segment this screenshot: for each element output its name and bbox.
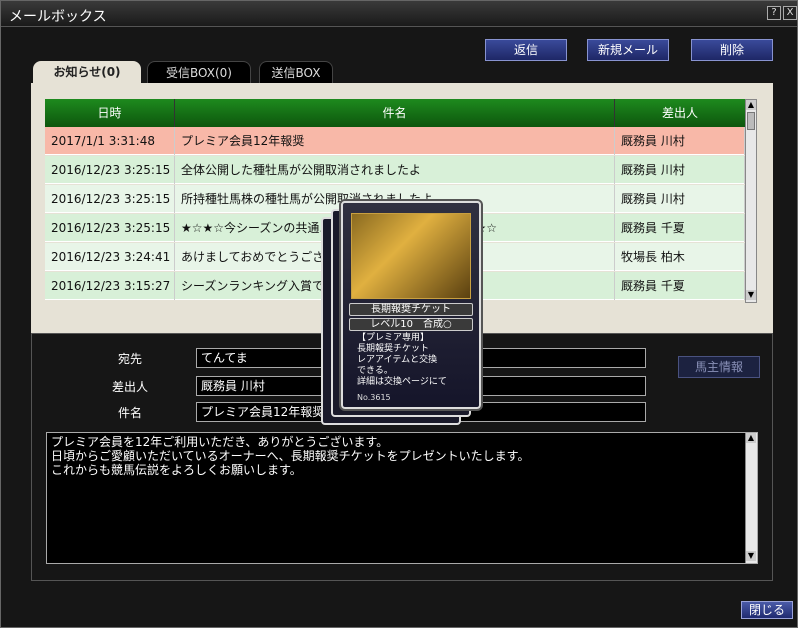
from-label: 差出人 xyxy=(111,380,148,394)
card-name: 長期報奨チケット xyxy=(349,303,473,316)
scroll-down-icon[interactable]: ▼ xyxy=(746,290,756,300)
cell-date: 2016/12/23 3:25:15 xyxy=(45,185,175,213)
scroll-thumb[interactable] xyxy=(747,112,755,130)
cell-date: 2016/12/23 3:25:15 xyxy=(45,156,175,184)
message-scrollbar[interactable]: ▲ ▼ xyxy=(745,433,757,563)
list-scrollbar[interactable]: ▲ ▼ xyxy=(745,99,757,303)
header-subject[interactable]: 件名 xyxy=(175,99,615,127)
cell-sender: 厩務員 千夏 xyxy=(615,214,745,242)
cell-sender: 厩務員 千夏 xyxy=(615,272,745,300)
reply-button[interactable]: 返信 xyxy=(485,39,567,61)
ticket-image xyxy=(351,213,471,299)
owner-info-button[interactable]: 馬主情報 xyxy=(678,356,760,378)
delete-button[interactable]: 削除 xyxy=(691,39,773,61)
msg-scroll-down-icon[interactable]: ▼ xyxy=(746,551,756,561)
scroll-up-icon[interactable]: ▲ xyxy=(746,100,756,110)
tab-notices[interactable]: お知らせ(0) xyxy=(33,61,141,83)
cell-sender: 厩務員 川村 xyxy=(615,156,745,184)
message-text: プレミア会員を12年ご利用いただき、ありがとうございます。 日頃からご愛顧いただ… xyxy=(51,435,530,477)
header-date[interactable]: 日時 xyxy=(45,99,175,127)
cell-sender: 厩務員 川村 xyxy=(615,185,745,213)
cell-subject: 全体公開した種牡馬が公開取消されましたよ xyxy=(175,156,615,184)
card-number: No.3615 xyxy=(357,393,391,402)
tab-sent[interactable]: 送信BOX xyxy=(259,61,333,83)
mailbox-window: メールボックス ? X 返信 新規メール 削除 お知らせ(0) 受信BOX(0)… xyxy=(0,0,798,628)
cell-date: 2016/12/23 3:15:27 xyxy=(45,272,175,300)
card-description: 【プレミア専用】 長期報奨チケット レアアイテムと交換 できる。 詳細は交換ペー… xyxy=(357,333,447,387)
item-card: 長期報奨チケット レベル10 合成○ 【プレミア専用】 長期報奨チケット レアア… xyxy=(341,201,481,409)
titlebar: メールボックス ? X xyxy=(1,1,797,27)
message-body: プレミア会員を12年ご利用いただき、ありがとうございます。 日頃からご愛顧いただ… xyxy=(46,432,758,564)
cell-subject: プレミア会員12年報奨 xyxy=(175,127,615,155)
tab-inbox[interactable]: 受信BOX(0) xyxy=(147,61,251,83)
window-title: メールボックス xyxy=(9,9,107,25)
table-row[interactable]: 2017/1/1 3:31:48 プレミア会員12年報奨 厩務員 川村 xyxy=(45,127,745,155)
close-icon[interactable]: X xyxy=(783,6,797,20)
cell-date: 2016/12/23 3:24:41 xyxy=(45,243,175,271)
cell-date: 2016/12/23 3:25:15 xyxy=(45,214,175,242)
header-sender[interactable]: 差出人 xyxy=(615,99,745,127)
subject-label: 件名 xyxy=(117,406,142,420)
msg-scroll-up-icon[interactable]: ▲ xyxy=(746,433,756,443)
close-button[interactable]: 閉じる xyxy=(741,601,793,619)
new-mail-button[interactable]: 新規メール xyxy=(587,39,669,61)
to-label: 宛先 xyxy=(117,352,142,366)
card-level: レベル10 合成○ xyxy=(349,318,473,331)
table-row[interactable]: 2016/12/23 3:25:15 全体公開した種牡馬が公開取消されましたよ 厩務… xyxy=(45,156,745,184)
cell-sender: 牧場長 柏木 xyxy=(615,243,745,271)
cell-date: 2017/1/1 3:31:48 xyxy=(45,127,175,155)
cell-sender: 厩務員 川村 xyxy=(615,127,745,155)
table-header: 日時 件名 差出人 xyxy=(45,99,745,127)
help-icon[interactable]: ? xyxy=(767,6,781,20)
